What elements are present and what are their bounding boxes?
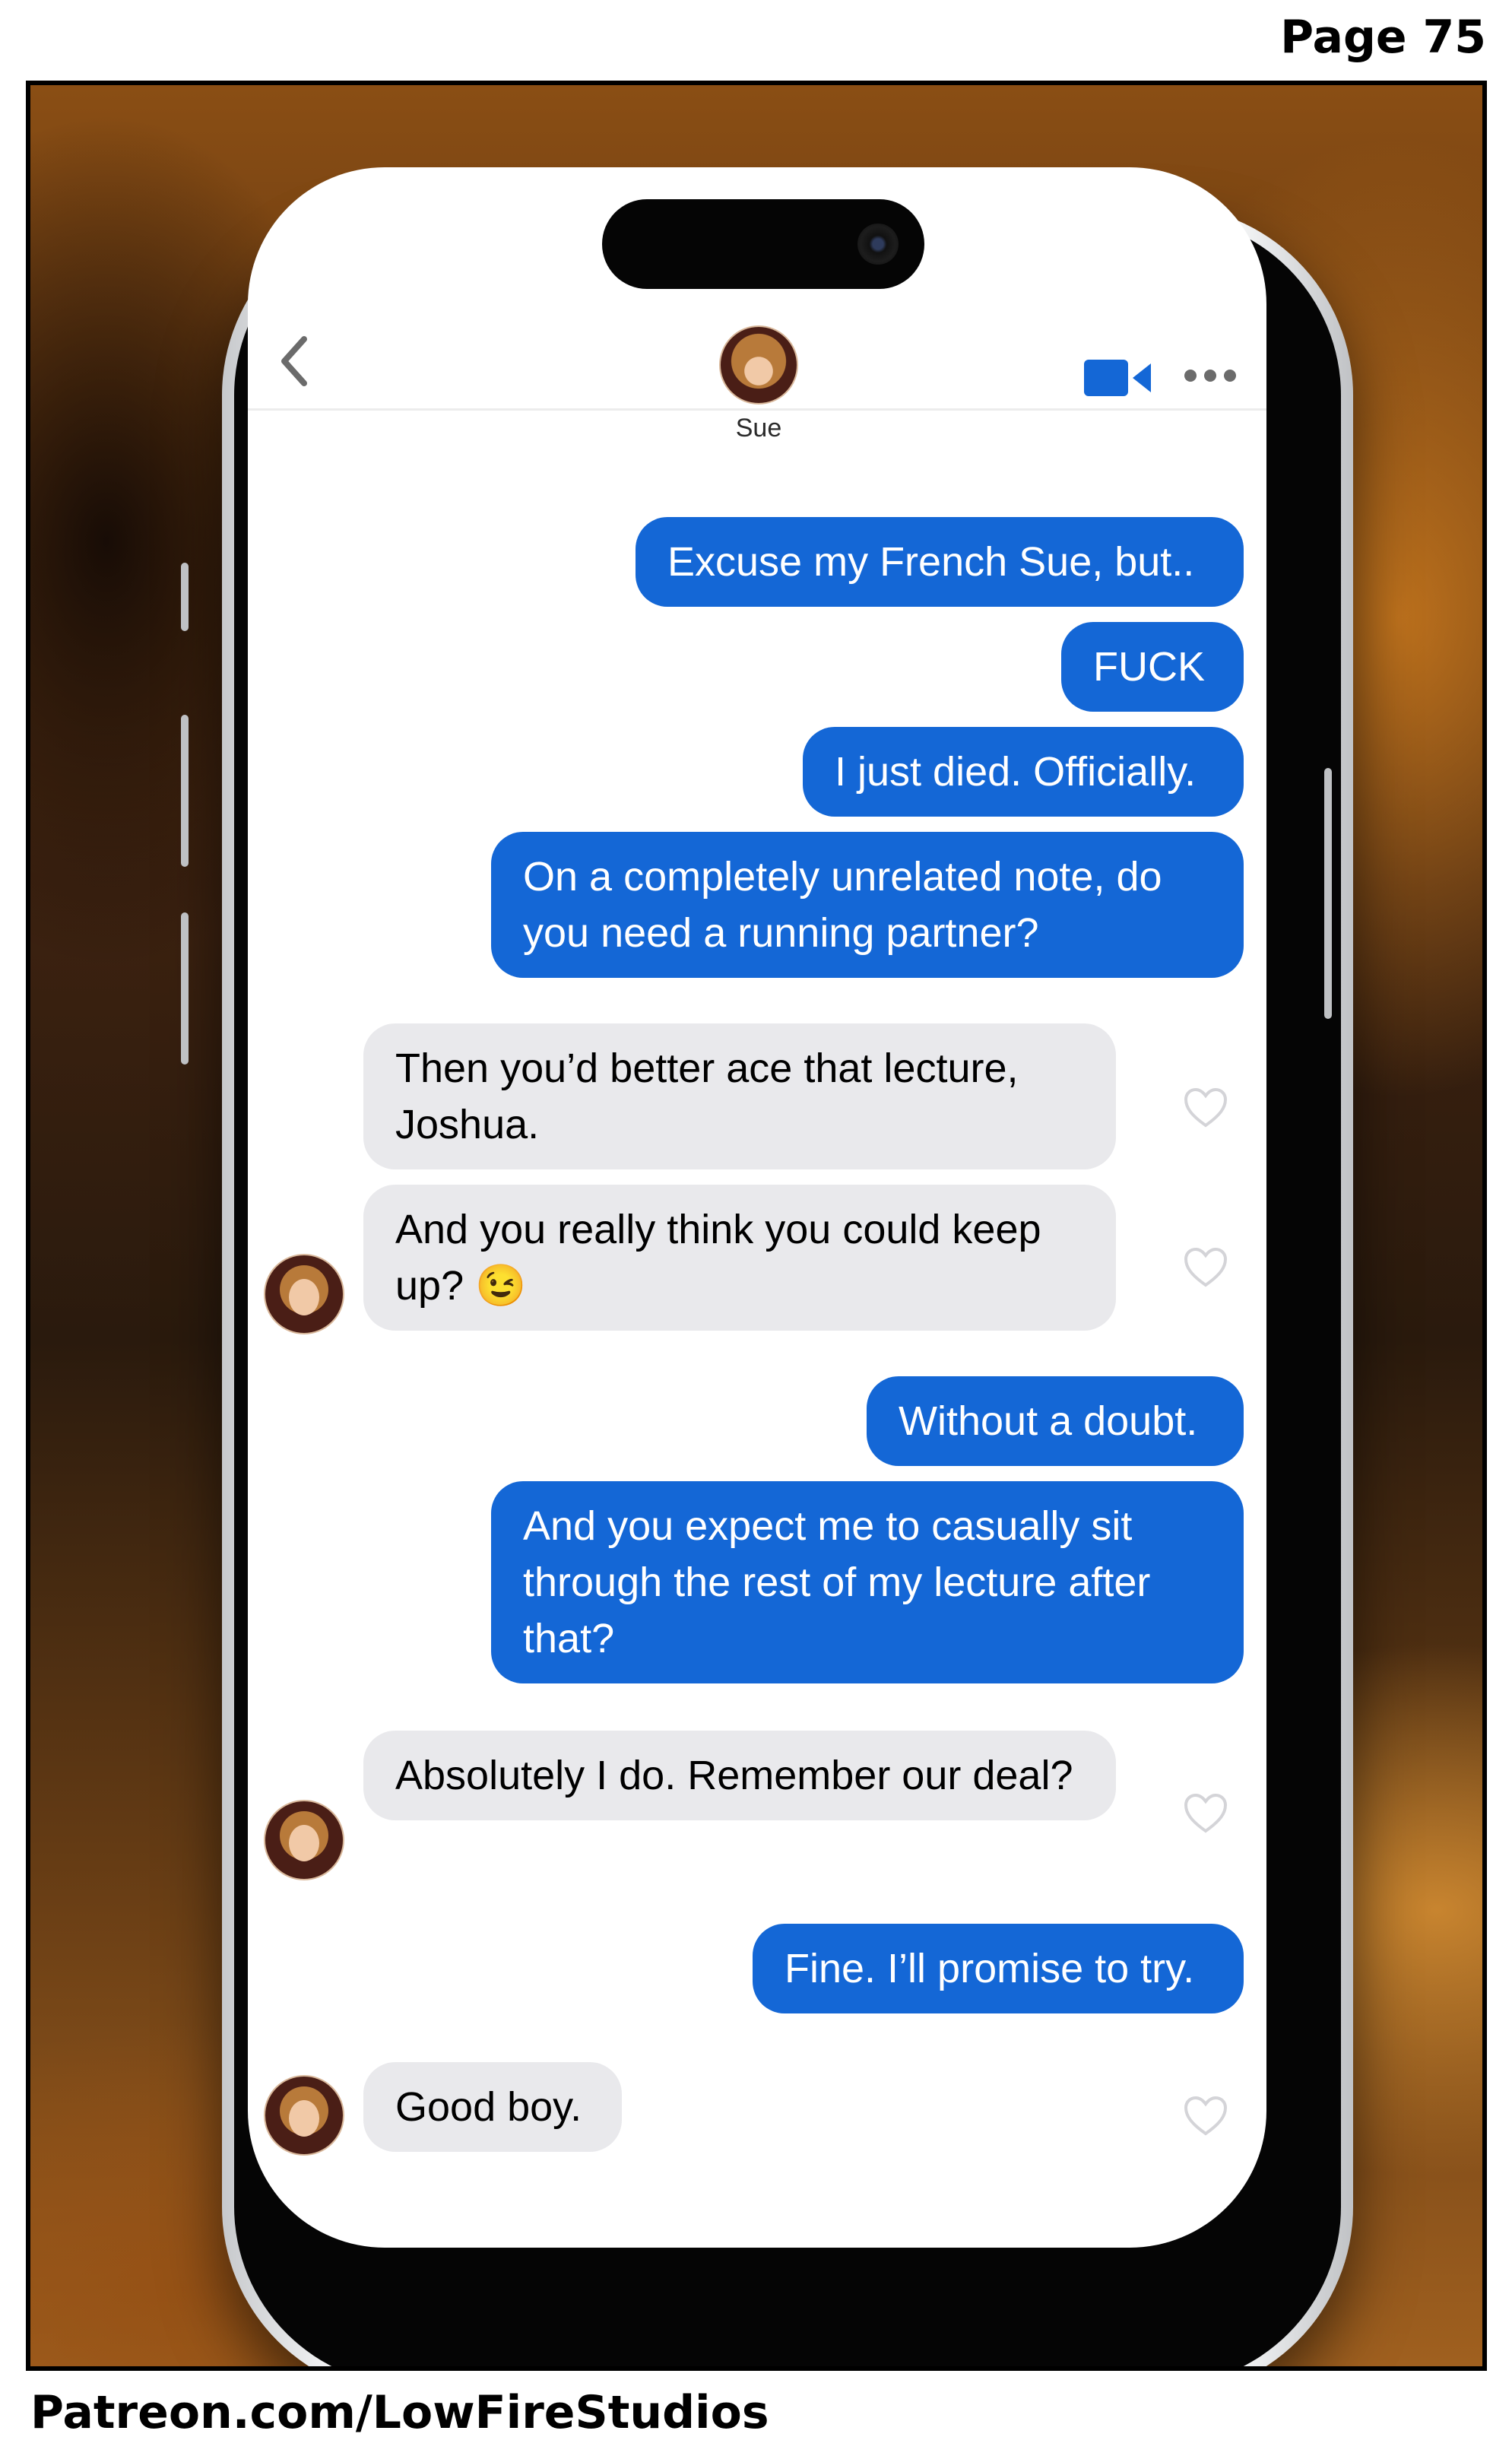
dynamic-island	[602, 199, 924, 289]
received-message[interactable]: And you really think you could keep up? …	[363, 1185, 1116, 1331]
action-button	[181, 563, 189, 631]
contact-profile[interactable]: Sue	[719, 325, 798, 443]
sent-message[interactable]: FUCK	[1061, 622, 1244, 712]
sent-message[interactable]: On a completely unrelated note, do you n…	[491, 832, 1244, 978]
video-camera-icon[interactable]	[1084, 357, 1152, 398]
heart-icon[interactable]	[1183, 1087, 1228, 1128]
avatar	[719, 325, 798, 405]
chevron-left-icon[interactable]	[277, 333, 312, 389]
footer-credit: Patreon.com/LowFireStudios	[30, 2386, 769, 2439]
avatar	[264, 2075, 344, 2156]
more-icon[interactable]	[1183, 368, 1238, 383]
volume-up-button	[181, 715, 189, 867]
camera-icon	[857, 224, 899, 265]
heart-icon[interactable]	[1183, 1247, 1228, 1288]
power-button	[1324, 768, 1332, 1019]
received-message[interactable]: Then you’d better ace that lecture, Josh…	[363, 1023, 1116, 1169]
received-message[interactable]: Absolutely I do. Remember our deal?	[363, 1731, 1116, 1820]
sent-message[interactable]: And you expect me to casually sit throug…	[491, 1481, 1244, 1683]
page-number: Page 75	[1280, 11, 1486, 64]
sent-message[interactable]: I just died. Officially.	[803, 727, 1244, 817]
contact-name: Sue	[735, 414, 782, 443]
avatar	[264, 1254, 344, 1334]
chat-header: Sue	[248, 289, 1266, 443]
heart-icon[interactable]	[1183, 2096, 1228, 2137]
sent-message[interactable]: Without a doubt.	[867, 1376, 1244, 1466]
volume-down-button	[181, 912, 189, 1065]
heart-icon[interactable]	[1183, 1793, 1228, 1834]
chat-screen: Sue Excuse my French Sue, but.. FUCK I j…	[248, 167, 1266, 2248]
avatar	[264, 1800, 344, 1880]
received-message[interactable]: Good boy.	[363, 2062, 622, 2152]
sent-message[interactable]: Fine. I’ll promise to try.	[753, 1924, 1244, 2013]
sent-message[interactable]: Excuse my French Sue, but..	[636, 517, 1244, 607]
